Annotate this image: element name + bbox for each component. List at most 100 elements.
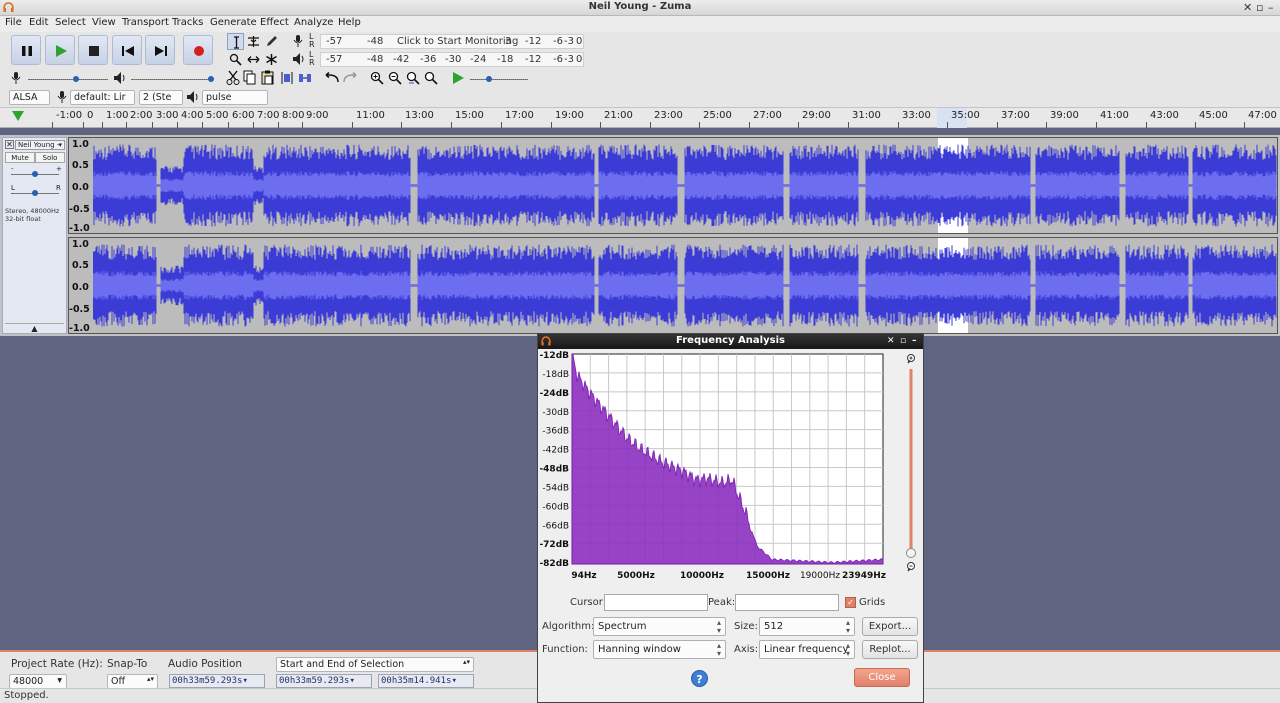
solo-button[interactable]: Solo	[35, 152, 65, 163]
playback-volume-knob[interactable]	[208, 76, 214, 82]
track-control-panel[interactable]: ✕ Neil Young - ▾ Mute Solo - + L R Stereo…	[2, 137, 67, 334]
spectrum-plot[interactable]: -12dB -18dB -24dB -30dB -36dB -42dB -48dB -54dB…	[538, 350, 922, 592]
fit-project-icon[interactable]	[424, 71, 438, 85]
export-label: Export...	[868, 621, 912, 632]
dialog-title: Frequency Analysis	[676, 335, 785, 346]
silence-audio-icon[interactable]	[298, 71, 312, 85]
ruler-label: 8:00	[282, 110, 305, 121]
vertical-zoom-slider[interactable]	[903, 352, 919, 572]
microphone-icon[interactable]	[292, 34, 304, 48]
record-volume-knob[interactable]	[73, 76, 79, 82]
db-axis-label: -42dB	[542, 446, 569, 456]
dialog-minimize-icon[interactable]: –	[912, 334, 917, 348]
recording-device-select[interactable]: default: Lir	[70, 90, 135, 105]
menu-tracks[interactable]: Tracks	[172, 17, 203, 28]
grids-checkbox[interactable]: ✓	[845, 597, 856, 608]
start-monitoring-label[interactable]: Click to Start Monitoring	[397, 36, 518, 47]
window-function-select[interactable]: Hanning window ▴ ▾	[593, 640, 726, 659]
peak-field[interactable]	[735, 594, 839, 611]
skip-start-icon	[122, 46, 134, 56]
mute-button[interactable]: Mute	[5, 152, 35, 163]
record-meter[interactable]: -57 -48 Click to Start Monitoring 3 -12 …	[320, 34, 584, 49]
play-at-speed-icon[interactable]	[451, 71, 465, 85]
waveform-right[interactable]	[93, 238, 1277, 333]
menu-edit[interactable]: Edit	[29, 17, 48, 28]
axis-select[interactable]: Linear frequency ▴ ▾	[759, 640, 855, 659]
envelope-tool[interactable]	[245, 33, 262, 50]
close-track-icon[interactable]: ✕	[5, 140, 14, 149]
waveform-left[interactable]	[93, 138, 1277, 233]
pan-knob[interactable]	[32, 190, 38, 196]
close-window-icon[interactable]: ✕	[1243, 1, 1252, 14]
multi-tool[interactable]	[263, 51, 280, 68]
channel-left[interactable]: 1.0 0.5 0.0 -0.5 -1.0	[68, 137, 1278, 234]
draw-tool[interactable]	[263, 33, 280, 50]
maximize-window-icon[interactable]: ▫	[1256, 1, 1263, 14]
collapse-track-icon[interactable]: ▲	[5, 323, 64, 333]
zoom-in-icon[interactable]	[370, 71, 384, 85]
export-button[interactable]: Export...	[862, 617, 918, 636]
trim-audio-icon[interactable]	[280, 71, 294, 85]
playback-volume-slider[interactable]	[131, 79, 213, 80]
menu-generate[interactable]: Generate	[210, 17, 257, 28]
menu-select[interactable]: Select	[55, 17, 86, 28]
selection-tool[interactable]	[227, 33, 244, 50]
ruler-label: 33:00	[902, 110, 931, 121]
copy-icon[interactable]	[243, 70, 257, 86]
help-button[interactable]: ?	[691, 670, 708, 687]
pause-button[interactable]	[11, 35, 41, 65]
zoom-slider-thumb[interactable]	[906, 548, 916, 558]
playback-meter[interactable]: -57 -48 -42 -36 -30 -24 -18 -12 -6 -3 0	[320, 52, 584, 67]
replot-label: Replot...	[869, 644, 911, 655]
selection-mode-select[interactable]: Start and End of Selection ▴▾	[276, 657, 474, 672]
stop-button[interactable]	[78, 35, 108, 65]
snap-to-select[interactable]: Off ▴▾	[107, 674, 158, 689]
speaker-icon[interactable]	[292, 52, 304, 66]
timeline-ruler[interactable]: -1:00 0 1:00 2:00 3:00 4:00 5:00 6:00 7:00 8:00 9:…	[0, 108, 1280, 128]
minimize-window-icon[interactable]: –	[1268, 1, 1274, 14]
time-shift-tool[interactable]	[245, 51, 262, 68]
paste-icon[interactable]	[261, 70, 275, 86]
redo-icon[interactable]	[342, 72, 358, 84]
play-speed-knob[interactable]	[486, 76, 492, 82]
gain-knob[interactable]	[32, 171, 38, 177]
menu-effect[interactable]: Effect	[260, 17, 289, 28]
audio-host-select[interactable]: ALSA	[9, 90, 50, 105]
recording-channels-select[interactable]: 2 (Ste	[139, 90, 183, 105]
dialog-close-icon[interactable]: ✕	[887, 334, 895, 348]
size-select[interactable]: 512 ▴ ▾	[759, 617, 855, 636]
dialog-maximize-icon[interactable]: ▫	[900, 334, 906, 348]
skip-to-start-button[interactable]	[112, 35, 142, 65]
fit-selection-icon[interactable]	[406, 71, 420, 85]
record-volume-slider[interactable]	[28, 79, 108, 80]
pin-play-head-icon[interactable]	[11, 110, 25, 122]
selection-start-timecode[interactable]: 00h33m59.293s▾	[276, 674, 372, 688]
track-name-menu[interactable]: Neil Young - ▾	[15, 140, 65, 150]
ruler-tick	[278, 122, 279, 128]
close-button[interactable]: Close	[854, 668, 910, 687]
undo-icon[interactable]	[324, 72, 340, 84]
dialog-title-bar[interactable]: Frequency Analysis ✕ ▫ –	[538, 334, 923, 349]
selection-end-timecode[interactable]: 00h35m14.941s▾	[378, 674, 474, 688]
replot-button[interactable]: Replot...	[862, 640, 918, 659]
skip-to-end-button[interactable]	[145, 35, 175, 65]
menu-analyze[interactable]: Analyze	[294, 17, 333, 28]
zoom-out-icon[interactable]	[388, 71, 402, 85]
cursor-field[interactable]	[604, 594, 708, 611]
play-speed-slider[interactable]	[470, 79, 528, 80]
channel-right[interactable]: 1.0 0.5 0.0 -0.5 -1.0	[68, 237, 1278, 334]
playback-device-select[interactable]: pulse	[202, 90, 268, 105]
cut-icon[interactable]	[226, 70, 240, 86]
project-rate-combo[interactable]: 48000 ▾	[9, 674, 67, 689]
zoom-in-small-icon[interactable]	[907, 354, 915, 364]
menu-view[interactable]: View	[92, 17, 116, 28]
menu-help[interactable]: Help	[338, 17, 361, 28]
audio-position-timecode[interactable]: 00h33m59.293s▾	[169, 674, 265, 688]
record-button[interactable]	[183, 35, 213, 65]
menu-transport[interactable]: Transport	[122, 17, 169, 28]
play-button[interactable]	[45, 35, 75, 65]
algorithm-select[interactable]: Spectrum ▴ ▾	[593, 617, 726, 636]
zoom-tool[interactable]	[227, 51, 244, 68]
menu-file[interactable]: File	[5, 17, 22, 28]
zoom-out-small-icon[interactable]	[907, 562, 915, 572]
